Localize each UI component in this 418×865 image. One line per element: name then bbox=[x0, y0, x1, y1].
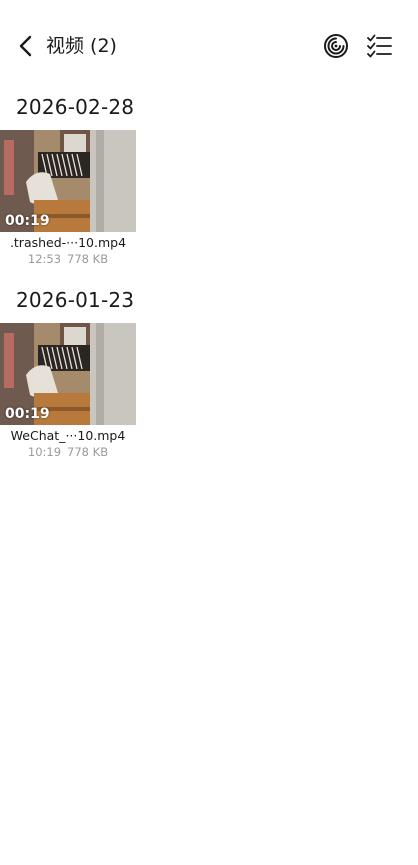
video-item[interactable]: 00:19 .trashed-···10.mp4 12:53 778 KB bbox=[0, 130, 136, 267]
file-name: .trashed-···10.mp4 bbox=[9, 235, 127, 250]
file-size: 778 KB bbox=[67, 445, 109, 459]
checklist-icon bbox=[367, 34, 392, 58]
video-duration: 00:19 bbox=[5, 406, 50, 422]
multi-select-button[interactable] bbox=[364, 31, 394, 61]
back-button[interactable] bbox=[12, 32, 40, 60]
chevron-left-icon bbox=[19, 35, 32, 57]
storage-cleanup-button[interactable] bbox=[321, 31, 351, 61]
storage-swirl-icon bbox=[324, 34, 348, 58]
video-duration: 00:19 bbox=[5, 213, 50, 229]
file-meta: 12:53 778 KB bbox=[0, 252, 136, 267]
file-time: 10:19 bbox=[27, 445, 62, 459]
video-thumbnail: 00:19 bbox=[0, 130, 136, 232]
video-thumbnail: 00:19 bbox=[0, 323, 136, 425]
section-date: 2026-01-23 bbox=[16, 288, 135, 312]
page-title: 视频 (2) bbox=[46, 35, 117, 57]
file-meta: 10:19 778 KB bbox=[0, 445, 136, 460]
file-size: 778 KB bbox=[67, 252, 109, 266]
section-date: 2026-02-28 bbox=[16, 95, 135, 119]
file-name: WeChat_···10.mp4 bbox=[10, 428, 126, 443]
top-bar: 视频 (2) bbox=[0, 0, 418, 92]
file-time: 12:53 bbox=[27, 252, 62, 266]
video-item[interactable]: 00:19 WeChat_···10.mp4 10:19 778 KB bbox=[0, 323, 136, 460]
